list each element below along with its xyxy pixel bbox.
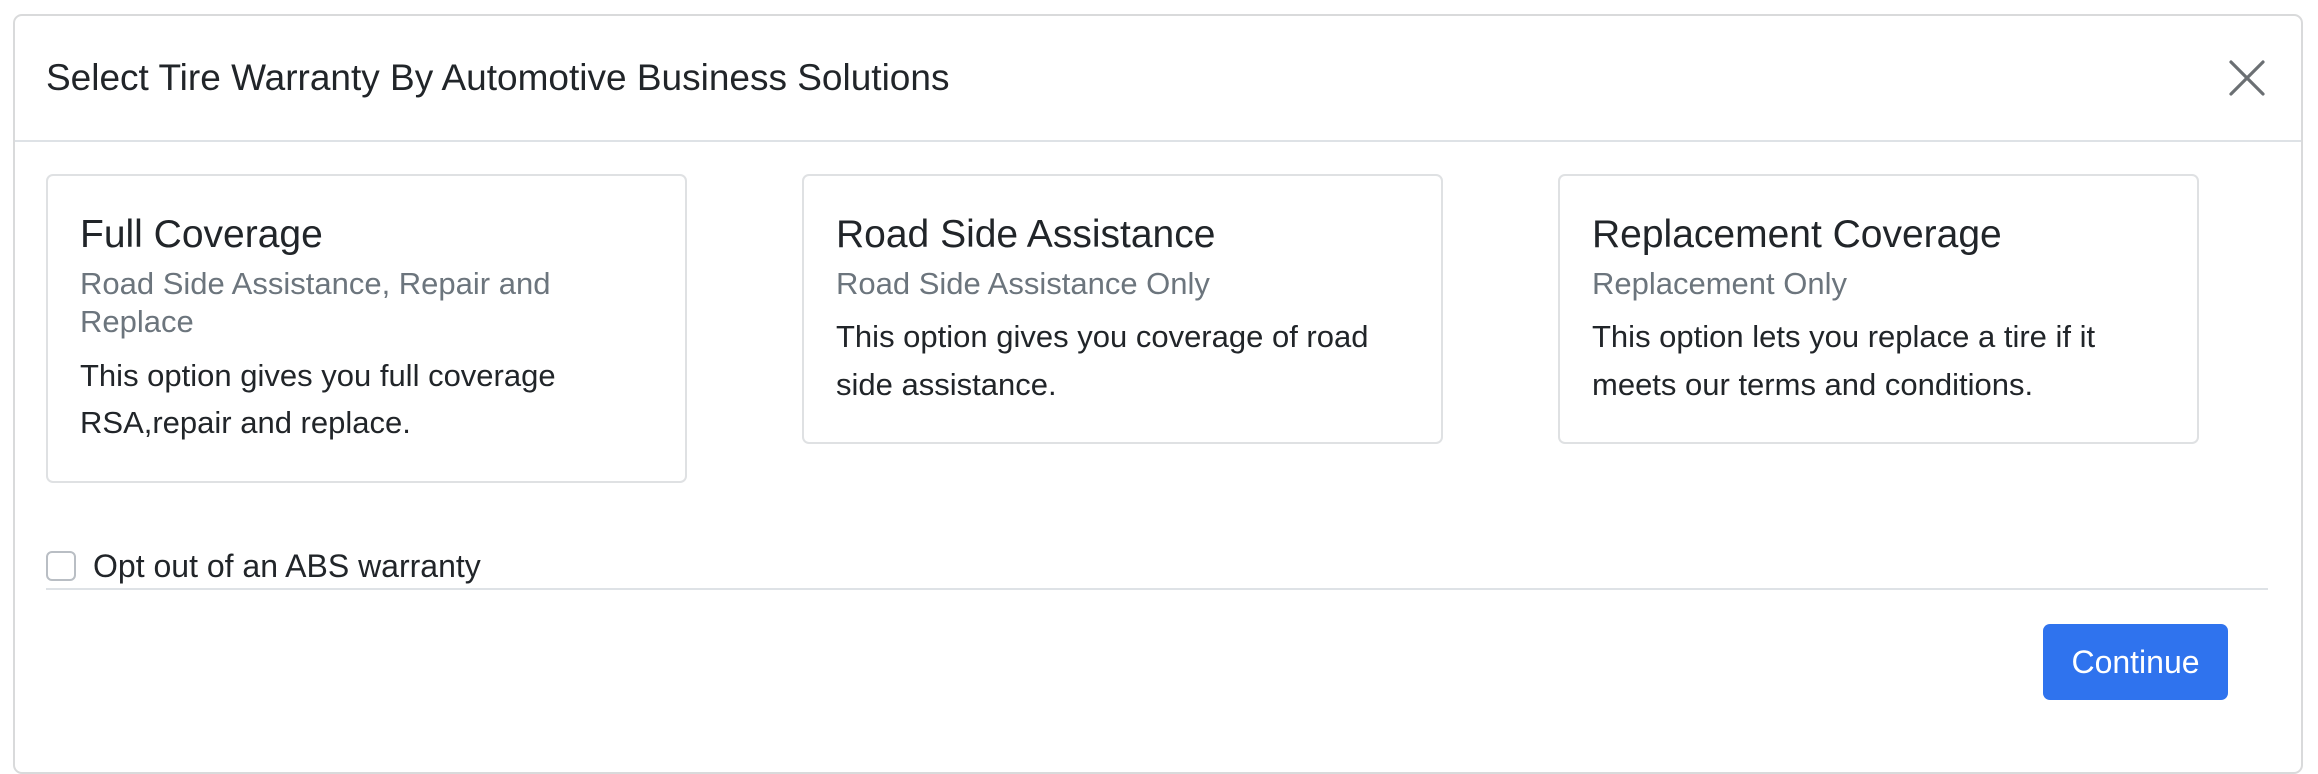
opt-out-checkbox[interactable] [46, 551, 76, 581]
card-subtitle: Road Side Assistance Only [836, 265, 1210, 301]
modal-header: Select Tire Warranty By Automotive Busin… [15, 16, 2301, 142]
card-text: This option gives you full coverage RSA,… [80, 357, 556, 441]
card-title: Full Coverage [80, 213, 323, 256]
card-body: Full Coverage Road Side Assistance, Repa… [48, 176, 685, 481]
close-button[interactable] [2227, 58, 2267, 98]
card-full-coverage[interactable]: Full Coverage Road Side Assistance, Repa… [46, 174, 687, 483]
card-road-side-assistance[interactable]: Road Side Assistance Road Side Assistanc… [802, 174, 1443, 445]
card-body: Replacement Coverage Replacement Only Th… [1560, 176, 2197, 442]
card-text: This option lets you replace a tire if i… [1592, 319, 2096, 402]
warranty-modal: Select Tire Warranty By Automotive Busin… [13, 14, 2303, 774]
card-replacement-coverage[interactable]: Replacement Coverage Replacement Only Th… [1558, 174, 2199, 445]
card-title: Replacement Coverage [1592, 213, 2002, 256]
close-icon [2229, 60, 2265, 96]
modal-title: Select Tire Warranty By Automotive Busin… [46, 57, 950, 98]
card-subtitle: Replacement Only [1592, 265, 1848, 301]
opt-out-label[interactable]: Opt out of an ABS warranty [93, 548, 481, 585]
card-body: Road Side Assistance Road Side Assistanc… [804, 176, 1441, 442]
continue-button[interactable]: Continue [2043, 624, 2228, 700]
card-title: Road Side Assistance [836, 213, 1216, 256]
footer-divider [46, 588, 2268, 590]
card-subtitle: Road Side Assistance, Repair and Replace [80, 265, 551, 340]
card-text: This option gives you coverage of road s… [836, 319, 1369, 402]
opt-out-row: Opt out of an ABS warranty [46, 544, 481, 588]
